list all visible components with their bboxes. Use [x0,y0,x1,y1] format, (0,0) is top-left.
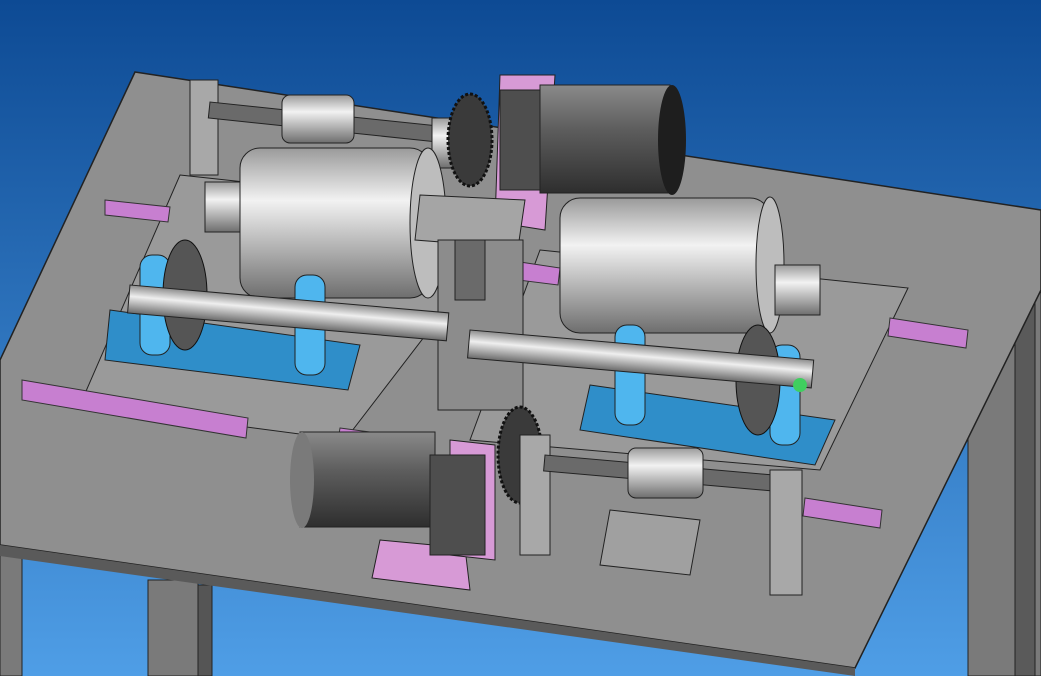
gear-icon [446,92,494,188]
cad-model-viewport[interactable] [0,0,1041,676]
left-drum-motor [204,147,447,299]
